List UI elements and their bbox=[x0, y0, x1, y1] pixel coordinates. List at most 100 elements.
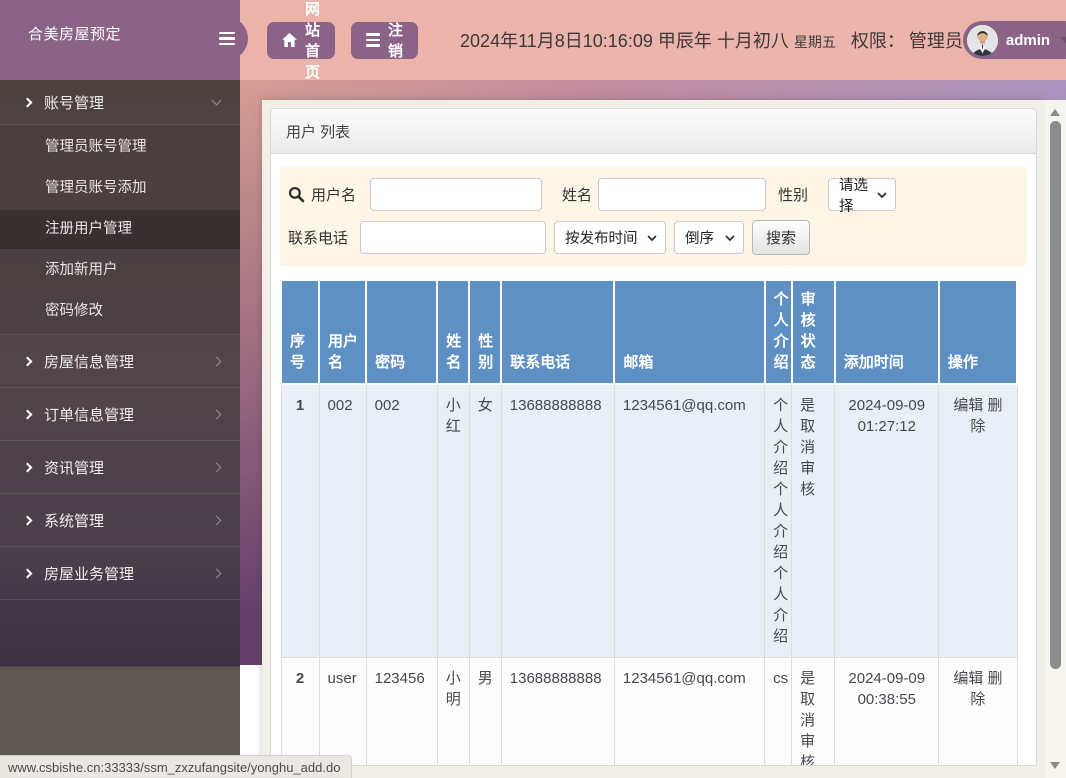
users-table: 序号 用户名 密码 姓名 性别 联系电话 邮箱 个人介绍 审核状态 添加时间 操… bbox=[279, 279, 1019, 765]
edit-link[interactable]: 编辑 bbox=[953, 670, 983, 687]
avatar bbox=[966, 24, 998, 56]
chevron-down-icon bbox=[725, 234, 735, 241]
cell-phone: 13688888888 bbox=[500, 657, 615, 765]
cell-intro: 个人介绍个人介绍个人介绍 bbox=[764, 383, 793, 658]
chevron-right-icon bbox=[22, 462, 33, 472]
name-input[interactable] bbox=[598, 178, 767, 211]
gender-label: 性别 bbox=[778, 187, 809, 204]
col-header-username: 用户名 bbox=[318, 279, 368, 385]
sort-by-select[interactable]: 按发布时间 bbox=[554, 221, 667, 254]
sort-order-select-value: 倒序 bbox=[685, 231, 715, 247]
sidebar-subitem-registered-user-management[interactable]: 注册用户管理 bbox=[0, 209, 240, 250]
sidebar-item-house-business-management[interactable]: 房屋业务管理 bbox=[0, 547, 240, 600]
chevron-down-icon bbox=[647, 234, 657, 241]
sidebar-subitem-admin-account-management[interactable]: 管理员账号管理 bbox=[0, 127, 240, 168]
sidebar-item-label: 系统管理 bbox=[44, 512, 105, 530]
username-input[interactable] bbox=[370, 178, 543, 211]
col-header-gender: 性别 bbox=[468, 279, 503, 385]
col-header-phone: 联系电话 bbox=[500, 279, 616, 385]
list-icon bbox=[366, 33, 381, 47]
search-row-1: 用户名 姓名 性别 请选择 bbox=[288, 178, 1019, 215]
user-menu[interactable]: admin bbox=[962, 21, 1066, 59]
table-row: 2 user 123456 小明 男 13688888888 1234561@q… bbox=[280, 657, 1018, 765]
search-icon bbox=[288, 186, 305, 203]
logout-button[interactable]: 注销 bbox=[351, 21, 419, 60]
col-header-email: 邮箱 bbox=[613, 279, 766, 385]
cell-name: 小红 bbox=[436, 383, 470, 658]
scroll-up-icon[interactable] bbox=[1050, 109, 1060, 116]
chevron-right-icon bbox=[22, 568, 33, 578]
panel-title: 用户 列表 bbox=[270, 108, 1037, 154]
col-header-intro: 个人介绍 bbox=[763, 279, 793, 385]
col-header-name: 姓名 bbox=[436, 279, 471, 385]
home-button[interactable]: 网站首页 bbox=[267, 1, 336, 81]
sidebar-toggle-button[interactable] bbox=[205, 17, 248, 60]
search-button[interactable]: 搜索 bbox=[752, 220, 811, 255]
table-header-row: 序号 用户名 密码 姓名 性别 联系电话 邮箱 个人介绍 审核状态 添加时间 操… bbox=[279, 279, 1019, 385]
cell-email: 1234561@qq.com bbox=[613, 657, 766, 765]
vertical-scrollbar[interactable] bbox=[1045, 100, 1066, 778]
search-panel: 用户名 姓名 性别 请选择 联系电话 按发布时间 倒序 搜索 bbox=[280, 167, 1027, 266]
chevron-right-icon bbox=[211, 356, 222, 366]
phone-label: 联系电话 bbox=[288, 230, 349, 247]
chevron-right-icon bbox=[22, 515, 33, 525]
cell-username: 002 bbox=[318, 383, 367, 658]
phone-input[interactable] bbox=[360, 221, 547, 254]
sidebar-subitem-add-new-user[interactable]: 添加新用户 bbox=[0, 250, 240, 291]
cancel-audit-link[interactable]: 取消审核 bbox=[800, 416, 816, 500]
cell-audit-status: 是取消审核 bbox=[791, 383, 836, 658]
cell-phone: 13688888888 bbox=[500, 383, 615, 658]
panel-body: 用户名 姓名 性别 请选择 联系电话 按发布时间 倒序 搜索 序号 用户名 密码… bbox=[270, 154, 1037, 766]
col-header-added-time: 添加时间 bbox=[833, 279, 940, 385]
brand-header: 合美房屋预定 bbox=[0, 0, 240, 80]
cell-intro: cs bbox=[764, 657, 793, 765]
sort-order-select[interactable]: 倒序 bbox=[674, 221, 745, 254]
cell-gender: 女 bbox=[468, 383, 502, 658]
permission-label: 权限： bbox=[850, 31, 905, 51]
datetime-text: 2024年11月8日10:16:09 甲辰年 十月初八 bbox=[460, 31, 789, 51]
username-text: admin bbox=[1005, 31, 1051, 49]
account-submenu: 管理员账号管理 管理员账号添加 注册用户管理 添加新用户 密码修改 bbox=[0, 125, 240, 335]
gender-select[interactable]: 请选择 bbox=[828, 178, 897, 215]
col-header-actions: 操作 bbox=[937, 279, 1019, 385]
cell-added-time: 2024-09-09 01:27:12 bbox=[834, 383, 940, 658]
sidebar-item-system-management[interactable]: 系统管理 bbox=[0, 494, 240, 547]
sidebar-item-account-management[interactable]: 账号管理 bbox=[0, 80, 240, 125]
col-header-no: 序号 bbox=[279, 279, 321, 385]
chevron-down-icon bbox=[211, 95, 222, 106]
chevron-right-icon bbox=[211, 515, 222, 525]
sidebar-subitem-password-change[interactable]: 密码修改 bbox=[0, 291, 240, 332]
content-card: 用户 列表 用户名 姓名 性别 请选择 联系电话 按发布时间 倒序 搜索 序号 … bbox=[262, 100, 1045, 778]
scroll-down-icon[interactable] bbox=[1050, 762, 1060, 769]
cancel-audit-link[interactable]: 取消审核 bbox=[800, 689, 816, 765]
cell-actions: 编辑 删除 bbox=[938, 383, 1018, 658]
sort-by-select-value: 按发布时间 bbox=[565, 231, 638, 247]
gender-select-value: 请选择 bbox=[839, 177, 869, 215]
cell-added-time: 2024-09-09 00:38:55 bbox=[834, 657, 940, 765]
datetime-bar: 2024年11月8日10:16:09 甲辰年 十月初八 星期五 权限： 管理员 bbox=[460, 27, 963, 53]
chevron-right-icon bbox=[211, 568, 222, 578]
chevron-right-icon bbox=[22, 97, 33, 107]
sidebar-item-label: 房屋业务管理 bbox=[44, 565, 135, 583]
cell-email: 1234561@qq.com bbox=[613, 383, 766, 658]
chevron-down-icon bbox=[877, 191, 887, 198]
sidebar-item-house-info-management[interactable]: 房屋信息管理 bbox=[0, 335, 240, 388]
scrollbar-thumb[interactable] bbox=[1050, 121, 1061, 669]
edit-link[interactable]: 编辑 bbox=[953, 397, 983, 414]
user-caret-down-icon bbox=[1060, 37, 1066, 43]
chevron-right-icon bbox=[211, 409, 222, 419]
topbar: 网站首页 注销 2024年11月8日10:16:09 甲辰年 十月初八 星期五 … bbox=[240, 0, 1066, 81]
col-header-password: 密码 bbox=[365, 279, 439, 385]
home-button-label: 网站首页 bbox=[305, 1, 321, 81]
sidebar-subitem-admin-account-add[interactable]: 管理员账号添加 bbox=[0, 168, 240, 209]
cell-name: 小明 bbox=[436, 657, 470, 765]
sidebar-item-label: 账号管理 bbox=[44, 94, 105, 112]
sidebar-item-order-info-management[interactable]: 订单信息管理 bbox=[0, 388, 240, 441]
chevron-right-icon bbox=[22, 409, 33, 419]
sidebar-item-label: 资讯管理 bbox=[44, 459, 105, 477]
sidebar-item-label: 房屋信息管理 bbox=[44, 353, 135, 371]
cell-username: user bbox=[318, 657, 367, 765]
permission-value: 管理员 bbox=[908, 31, 963, 51]
sidebar-item-news-management[interactable]: 资讯管理 bbox=[0, 441, 240, 494]
search-row-2: 联系电话 按发布时间 倒序 搜索 bbox=[288, 220, 1019, 255]
